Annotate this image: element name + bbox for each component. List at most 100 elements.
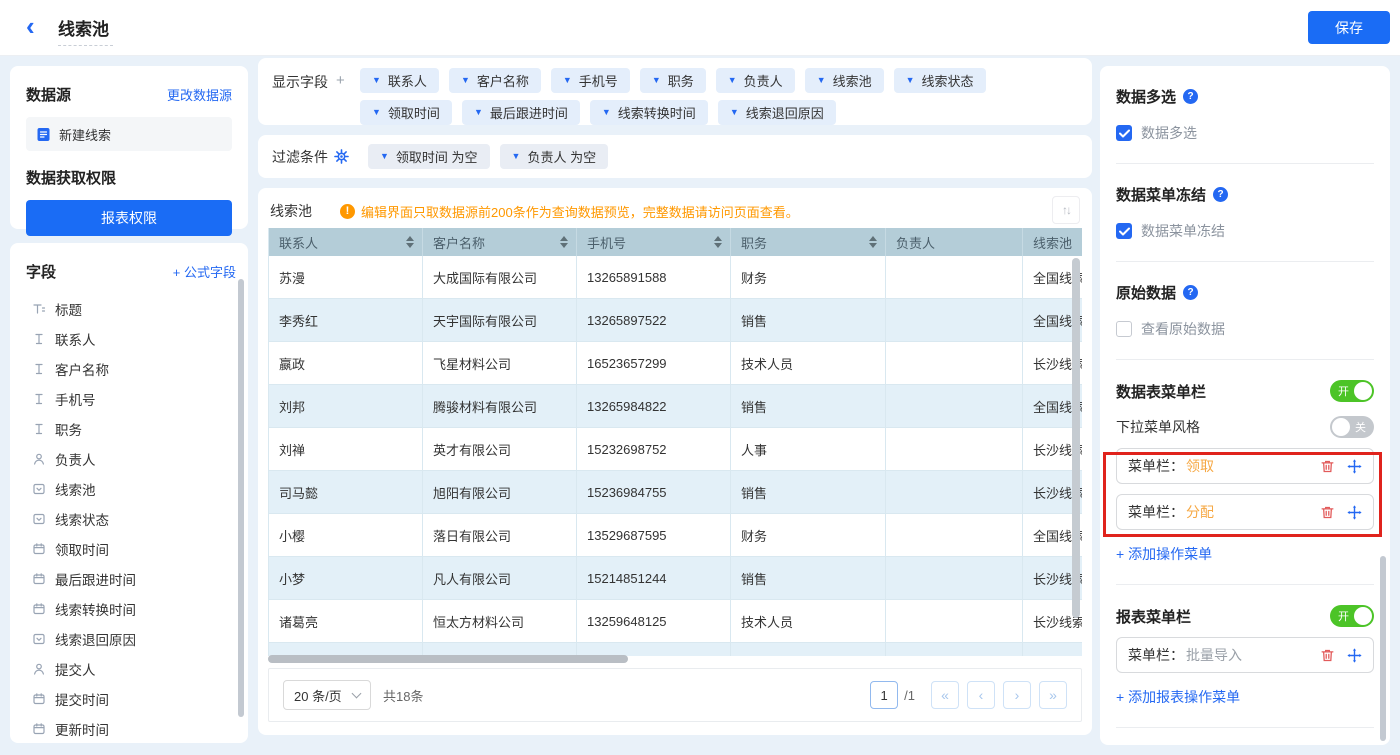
field-item[interactable]: 领取时间 bbox=[26, 534, 236, 564]
display-field-chip[interactable]: ▼最后跟进时间 bbox=[462, 100, 580, 125]
column-header[interactable]: 手机号 bbox=[577, 228, 731, 256]
menu-bar-item[interactable]: 菜单栏：批量导入 bbox=[1116, 637, 1374, 673]
display-field-chip[interactable]: ▼负责人 bbox=[716, 68, 795, 93]
table-cell: 凡人有限公司 bbox=[423, 557, 577, 600]
sort-order-button[interactable]: ↑↓ bbox=[1052, 196, 1080, 224]
current-page-input[interactable]: 1 bbox=[870, 681, 898, 709]
settings-scrollbar[interactable] bbox=[1380, 556, 1386, 741]
multi-select-checkbox[interactable]: 数据多选 bbox=[1116, 123, 1374, 143]
report-menu-toggle[interactable]: 开 bbox=[1330, 605, 1374, 627]
display-chips-row-1: ▼联系人▼客户名称▼手机号▼职务▼负责人▼线索池▼线索状态 bbox=[360, 68, 986, 93]
add-display-field-button[interactable]: + bbox=[336, 72, 345, 89]
column-sort-icon[interactable] bbox=[869, 236, 877, 248]
filter-condition-chip[interactable]: ▼领取时间 为空 bbox=[368, 144, 490, 169]
add-formula-field-link[interactable]: + 公式字段 bbox=[173, 262, 236, 281]
field-item[interactable]: 标题 bbox=[26, 294, 236, 324]
display-field-chip[interactable]: ▼线索池 bbox=[805, 68, 884, 93]
table-vertical-scrollbar[interactable] bbox=[1072, 258, 1080, 618]
table-row[interactable]: 刘邦腾骏材料有限公司13265984822销售全国线索 bbox=[269, 385, 1082, 428]
field-item[interactable]: 更新时间 bbox=[26, 714, 236, 743]
field-item[interactable]: 提交时间 bbox=[26, 684, 236, 714]
gear-icon[interactable] bbox=[334, 149, 349, 164]
move-icon[interactable] bbox=[1347, 459, 1362, 474]
table-row[interactable]: 嬴政飞星材料公司16523657299技术人员长沙线索 bbox=[269, 342, 1082, 385]
report-permission-button[interactable]: 报表权限 bbox=[26, 200, 232, 236]
menu-freeze-checkbox[interactable]: 数据菜单冻结 bbox=[1116, 221, 1374, 241]
last-page-button[interactable]: » bbox=[1039, 681, 1067, 709]
page-title[interactable]: 线索池 bbox=[58, 15, 113, 46]
table-menu-toggle[interactable]: 开 bbox=[1330, 380, 1374, 402]
display-field-chip[interactable]: ▼线索退回原因 bbox=[718, 100, 836, 125]
table-row[interactable]: 小樱落日有限公司13529687595财务全国线索 bbox=[269, 514, 1082, 557]
table-row[interactable]: 小梦凡人有限公司15214851244销售长沙线索 bbox=[269, 557, 1082, 600]
trash-icon[interactable] bbox=[1320, 459, 1335, 474]
display-field-chip[interactable]: ▼职务 bbox=[640, 68, 706, 93]
field-item[interactable]: 线索池 bbox=[26, 474, 236, 504]
first-page-button[interactable]: « bbox=[931, 681, 959, 709]
text-icon bbox=[32, 362, 46, 376]
table-row[interactable]: 苏漫大成国际有限公司13265891588财务全国线索 bbox=[269, 256, 1082, 299]
field-item[interactable]: 手机号 bbox=[26, 384, 236, 414]
help-icon[interactable]: ? bbox=[1183, 89, 1198, 104]
display-field-chip[interactable]: ▼客户名称 bbox=[449, 68, 541, 93]
column-sort-icon[interactable] bbox=[406, 236, 414, 248]
table-cell: 13259648125 bbox=[577, 600, 731, 643]
next-page-button[interactable]: › bbox=[1003, 681, 1031, 709]
display-field-chip[interactable]: ▼线索状态 bbox=[894, 68, 986, 93]
field-item[interactable]: 负责人 bbox=[26, 444, 236, 474]
field-item[interactable]: 最后跟进时间 bbox=[26, 564, 236, 594]
table-row[interactable]: 刘禅英才有限公司15232698752人事长沙线索 bbox=[269, 428, 1082, 471]
add-action-menu-link[interactable]: + 添加操作菜单 bbox=[1116, 544, 1374, 564]
chevron-down-icon: ▼ bbox=[817, 76, 826, 85]
page-size-select[interactable]: 20 条/页 bbox=[283, 680, 371, 710]
add-report-menu-link[interactable]: + 添加报表操作菜单 bbox=[1116, 687, 1374, 707]
column-header[interactable]: 线索池 bbox=[1023, 228, 1082, 256]
fields-scrollbar[interactable] bbox=[238, 279, 244, 717]
dropdown-style-toggle[interactable]: 关 bbox=[1330, 416, 1374, 438]
filter-condition-chip[interactable]: ▼负责人 为空 bbox=[500, 144, 609, 169]
display-field-chip[interactable]: ▼线索转换时间 bbox=[590, 100, 708, 125]
column-header[interactable]: 客户名称 bbox=[423, 228, 577, 256]
display-field-chip-label: 最后跟进时间 bbox=[490, 103, 568, 122]
table-row[interactable]: 司马懿旭阳有限公司15236984755销售长沙线索 bbox=[269, 471, 1082, 514]
chevron-down-icon: ▼ bbox=[461, 76, 470, 85]
field-item[interactable]: 客户名称 bbox=[26, 354, 236, 384]
help-icon[interactable]: ? bbox=[1213, 187, 1228, 202]
field-item[interactable]: 职务 bbox=[26, 414, 236, 444]
trash-icon[interactable] bbox=[1320, 648, 1335, 663]
help-icon[interactable]: ? bbox=[1183, 285, 1198, 300]
back-button[interactable]: ‹ bbox=[26, 8, 35, 44]
field-label: 提交时间 bbox=[55, 689, 109, 709]
field-item[interactable]: 线索状态 bbox=[26, 504, 236, 534]
chevron-down-icon: ▼ bbox=[728, 76, 737, 85]
column-header[interactable]: 负责人 bbox=[886, 228, 1023, 256]
trash-icon[interactable] bbox=[1320, 505, 1335, 520]
raw-data-checkbox[interactable]: 查看原始数据 bbox=[1116, 319, 1374, 339]
save-button[interactable]: 保存 bbox=[1308, 11, 1390, 44]
column-header[interactable]: 职务 bbox=[731, 228, 886, 256]
table-row[interactable]: 李秀红天宇国际有限公司13265897522销售全国线索 bbox=[269, 299, 1082, 342]
calendar-icon bbox=[32, 542, 46, 556]
field-item[interactable]: 联系人 bbox=[26, 324, 236, 354]
display-field-chip[interactable]: ▼领取时间 bbox=[360, 100, 452, 125]
prev-page-button[interactable]: ‹ bbox=[967, 681, 995, 709]
field-item[interactable]: 提交人 bbox=[26, 654, 236, 684]
move-icon[interactable] bbox=[1347, 505, 1362, 520]
table-cell: 嬴政 bbox=[269, 342, 423, 385]
column-sort-icon[interactable] bbox=[714, 236, 722, 248]
field-item[interactable]: 线索转换时间 bbox=[26, 594, 236, 624]
change-datasource-link[interactable]: 更改数据源 bbox=[167, 85, 232, 104]
datasource-item[interactable]: 新建线索 bbox=[26, 117, 232, 151]
table-horizontal-scrollbar[interactable] bbox=[268, 655, 628, 663]
divider bbox=[1116, 727, 1374, 728]
table-row[interactable]: 诸葛亮恒太方材料公司13259648125技术人员长沙线索 bbox=[269, 600, 1082, 643]
display-field-chip-label: 手机号 bbox=[579, 71, 618, 90]
menu-bar-item[interactable]: 菜单栏：分配 bbox=[1116, 494, 1374, 530]
column-sort-icon[interactable] bbox=[560, 236, 568, 248]
move-icon[interactable] bbox=[1347, 648, 1362, 663]
field-item[interactable]: 线索退回原因 bbox=[26, 624, 236, 654]
column-header[interactable]: 联系人 bbox=[269, 228, 423, 256]
menu-bar-item[interactable]: 菜单栏：领取 bbox=[1116, 448, 1374, 484]
display-field-chip[interactable]: ▼联系人 bbox=[360, 68, 439, 93]
display-field-chip[interactable]: ▼手机号 bbox=[551, 68, 630, 93]
